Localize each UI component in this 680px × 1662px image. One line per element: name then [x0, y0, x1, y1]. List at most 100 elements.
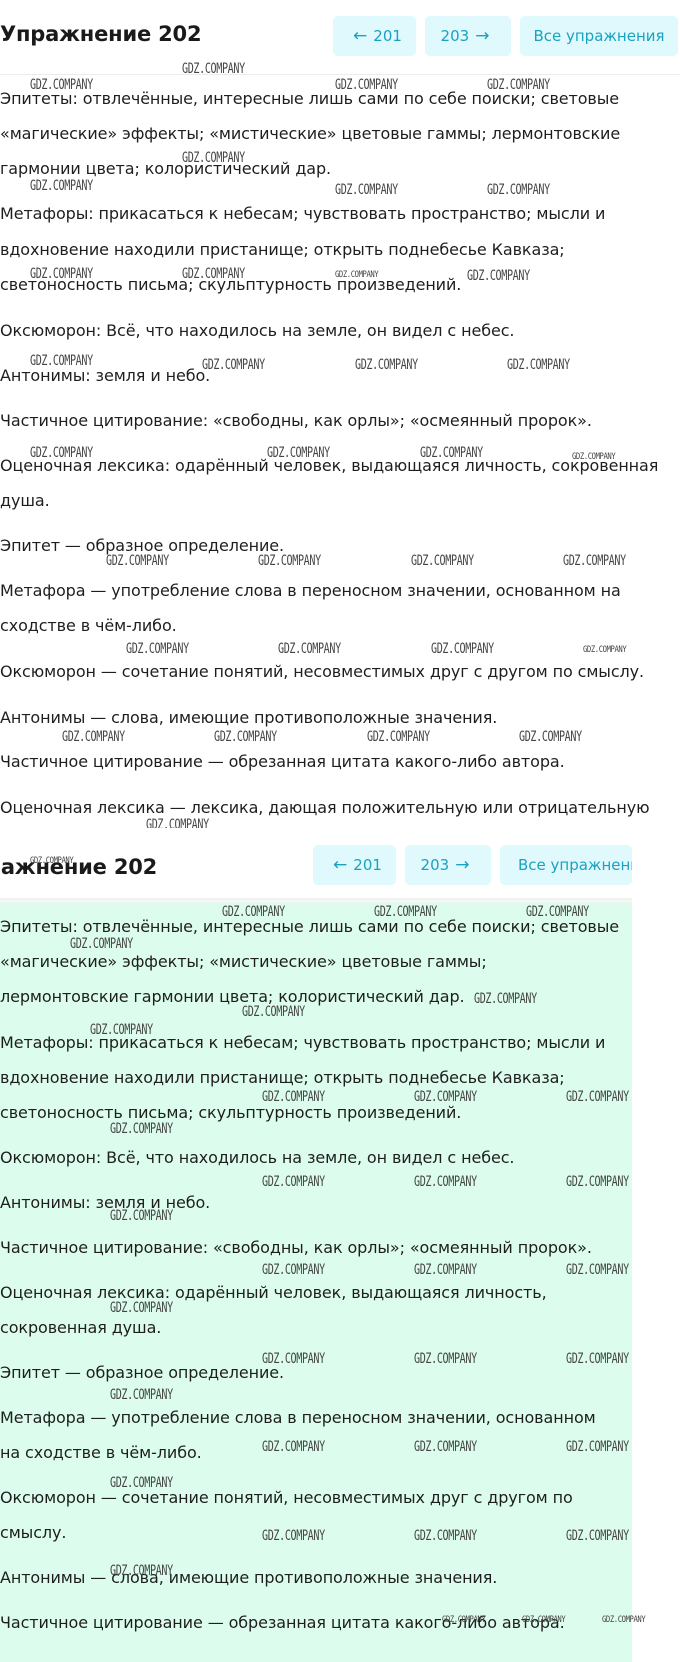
watermark: GDZ.COMPANY: [507, 357, 570, 373]
all-exercises-label: Все упражнени: [518, 856, 632, 874]
answer-line: вдохновение находили пристанище; открыть…: [0, 1068, 565, 1087]
watermark: GDZ.COMPANY: [572, 452, 616, 462]
watermark: GDZ.COMPANY: [566, 1089, 629, 1105]
watermark: GDZ.COMPANY: [367, 729, 430, 745]
watermark: GDZ.COMPANY: [30, 445, 93, 461]
answer-line: на сходстве в чём-либо.: [0, 1443, 202, 1462]
next-exercise-label: 203: [440, 27, 470, 45]
prev-exercise-button[interactable]: ← 201: [333, 16, 416, 56]
watermark: GDZ.COMPANY: [62, 729, 125, 745]
watermark: GDZ.COMPANY: [182, 150, 245, 166]
watermark: GDZ.COMPANY: [474, 991, 537, 1007]
watermark: GDZ.COMPANY: [258, 553, 321, 569]
next-exercise-button[interactable]: 203 →: [405, 845, 491, 885]
prev-exercise-button[interactable]: ← 201: [313, 845, 396, 885]
watermark: GDZ.COMPANY: [30, 77, 93, 93]
next-exercise-button[interactable]: 203 →: [425, 16, 511, 56]
answer-line: Оксюморон: Всё, что находилось на земле,…: [0, 1148, 515, 1167]
answer-line: Антонимы: земля и небо.: [0, 1193, 211, 1212]
watermark: GDZ.COMPANY: [414, 1262, 477, 1278]
answer-line: Антонимы — слова, имеющие противоположны…: [0, 1568, 498, 1587]
watermark: GDZ.COMPANY: [146, 817, 209, 828]
answer-line: смыслу.: [0, 1523, 67, 1542]
page-title: Упражнение 202: [0, 22, 202, 46]
watermark: GDZ.COMPANY: [566, 1439, 629, 1455]
watermark: GDZ.COMPANY: [110, 1300, 173, 1316]
watermark: GDZ.COMPANY: [202, 357, 265, 373]
answer-line: Частичное цитирование — обрезанная цитат…: [0, 752, 565, 771]
watermark: GDZ.COMPANY: [222, 904, 285, 920]
watermark: GDZ.COMPANY: [214, 729, 277, 745]
watermark: GDZ.COMPANY: [182, 61, 245, 77]
watermark: GDZ.COMPANY: [442, 1615, 486, 1625]
watermark: GDZ.COMPANY: [110, 1475, 173, 1491]
watermark: GDZ.COMPANY: [602, 1615, 646, 1625]
watermark: GDZ.COMPANY: [414, 1528, 477, 1544]
watermark: GDZ.COMPANY: [411, 553, 474, 569]
watermark: GDZ.COMPANY: [566, 1528, 629, 1544]
watermark: GDZ.COMPANY: [262, 1174, 325, 1190]
page-title: ражнение 202: [0, 855, 158, 879]
answer-line: лермонтовские гармонии цвета; колористич…: [0, 987, 465, 1006]
answer-line: Оценочная лексика — лексика, дающая поло…: [0, 798, 650, 817]
watermark: GDZ.COMPANY: [242, 1004, 305, 1020]
answer-line: Эпитет — образное определение.: [0, 1363, 285, 1382]
answer-panel-1: Упражнение 202 ← 201 203 → Все упражнени…: [0, 0, 680, 828]
watermark: GDZ.COMPANY: [487, 77, 550, 93]
watermark: GDZ.COMPANY: [414, 1351, 477, 1367]
watermark: GDZ.COMPANY: [30, 266, 93, 282]
watermark: GDZ.COMPANY: [30, 178, 93, 194]
all-exercises-button[interactable]: Все упражнени: [500, 845, 632, 885]
watermark: GDZ.COMPANY: [335, 77, 398, 93]
all-exercises-button[interactable]: Все упражнения: [520, 16, 678, 56]
prev-exercise-label: 201: [353, 856, 382, 874]
answer-line: Оксюморон — сочетание понятий, несовмест…: [0, 1488, 573, 1507]
watermark: GDZ.COMPANY: [262, 1089, 325, 1105]
watermark: GDZ.COMPANY: [414, 1174, 477, 1190]
watermark: GDZ.COMPANY: [110, 1387, 173, 1403]
answer-line: Метафоры: прикасаться к небесам; чувство…: [0, 204, 606, 223]
answer-line: «магические» эффекты; «мистические» цвет…: [0, 952, 487, 971]
watermark: GDZ.COMPANY: [467, 268, 530, 284]
watermark: GDZ.COMPANY: [566, 1174, 629, 1190]
watermark: GDZ.COMPANY: [110, 1208, 173, 1224]
prev-exercise-label: 201: [373, 27, 402, 45]
watermark: GDZ.COMPANY: [335, 182, 398, 198]
answer-line: Оценочная лексика: одарённый человек, вы…: [0, 1283, 547, 1302]
answer-line: гармонии цвета; колористический дар.: [0, 159, 332, 178]
watermark: GDZ.COMPANY: [262, 1351, 325, 1367]
watermark: GDZ.COMPANY: [355, 357, 418, 373]
answer-panel-2: ражнение 202 ← 201 203 → Все упражнени Э…: [0, 828, 680, 1662]
watermark: GDZ.COMPANY: [262, 1439, 325, 1455]
watermark: GDZ.COMPANY: [420, 445, 483, 461]
watermark: GDZ.COMPANY: [522, 1615, 566, 1625]
watermark: GDZ.COMPANY: [431, 641, 494, 657]
arrow-right-icon: →: [475, 26, 490, 46]
exercise-header: ражнение 202 ← 201 203 → Все упражнени: [0, 828, 680, 902]
answer-line: Метафора — употребление слова в переносн…: [0, 1408, 596, 1427]
answer-line: душа.: [0, 491, 50, 510]
answer-line: вдохновение находили пристанище; открыть…: [0, 240, 565, 259]
answer-line: сокровенная душа.: [0, 1318, 162, 1337]
watermark: GDZ.COMPANY: [30, 353, 93, 369]
watermark: GDZ.COMPANY: [126, 641, 189, 657]
watermark: GDZ.COMPANY: [110, 1121, 173, 1137]
next-exercise-label: 203: [420, 856, 450, 874]
answer-line: «магические» эффекты; «мистические» цвет…: [0, 124, 621, 143]
watermark: GDZ.COMPANY: [374, 904, 437, 920]
exercise-header: Упражнение 202 ← 201 203 → Все упражнени…: [0, 0, 680, 74]
answer-highlight: [0, 902, 632, 1662]
answer-line: Оксюморон: Всё, что находилось на земле,…: [0, 321, 515, 340]
watermark: GDZ.COMPANY: [563, 553, 626, 569]
watermark: GDZ.COMPANY: [335, 270, 379, 280]
watermark: GDZ.COMPANY: [106, 553, 169, 569]
answer-line: Частичное цитирование: «свободны, как ор…: [0, 1238, 592, 1257]
watermark: GDZ.COMPANY: [262, 1528, 325, 1544]
watermark: GDZ.COMPANY: [70, 936, 133, 952]
arrow-left-icon: ←: [353, 26, 368, 46]
watermark: GDZ.COMPANY: [262, 1262, 325, 1278]
watermark: GDZ.COMPANY: [566, 1262, 629, 1278]
watermark: GDZ.COMPANY: [414, 1089, 477, 1105]
watermark: GDZ.COMPANY: [110, 1563, 173, 1579]
watermark: GDZ.COMPANY: [182, 266, 245, 282]
